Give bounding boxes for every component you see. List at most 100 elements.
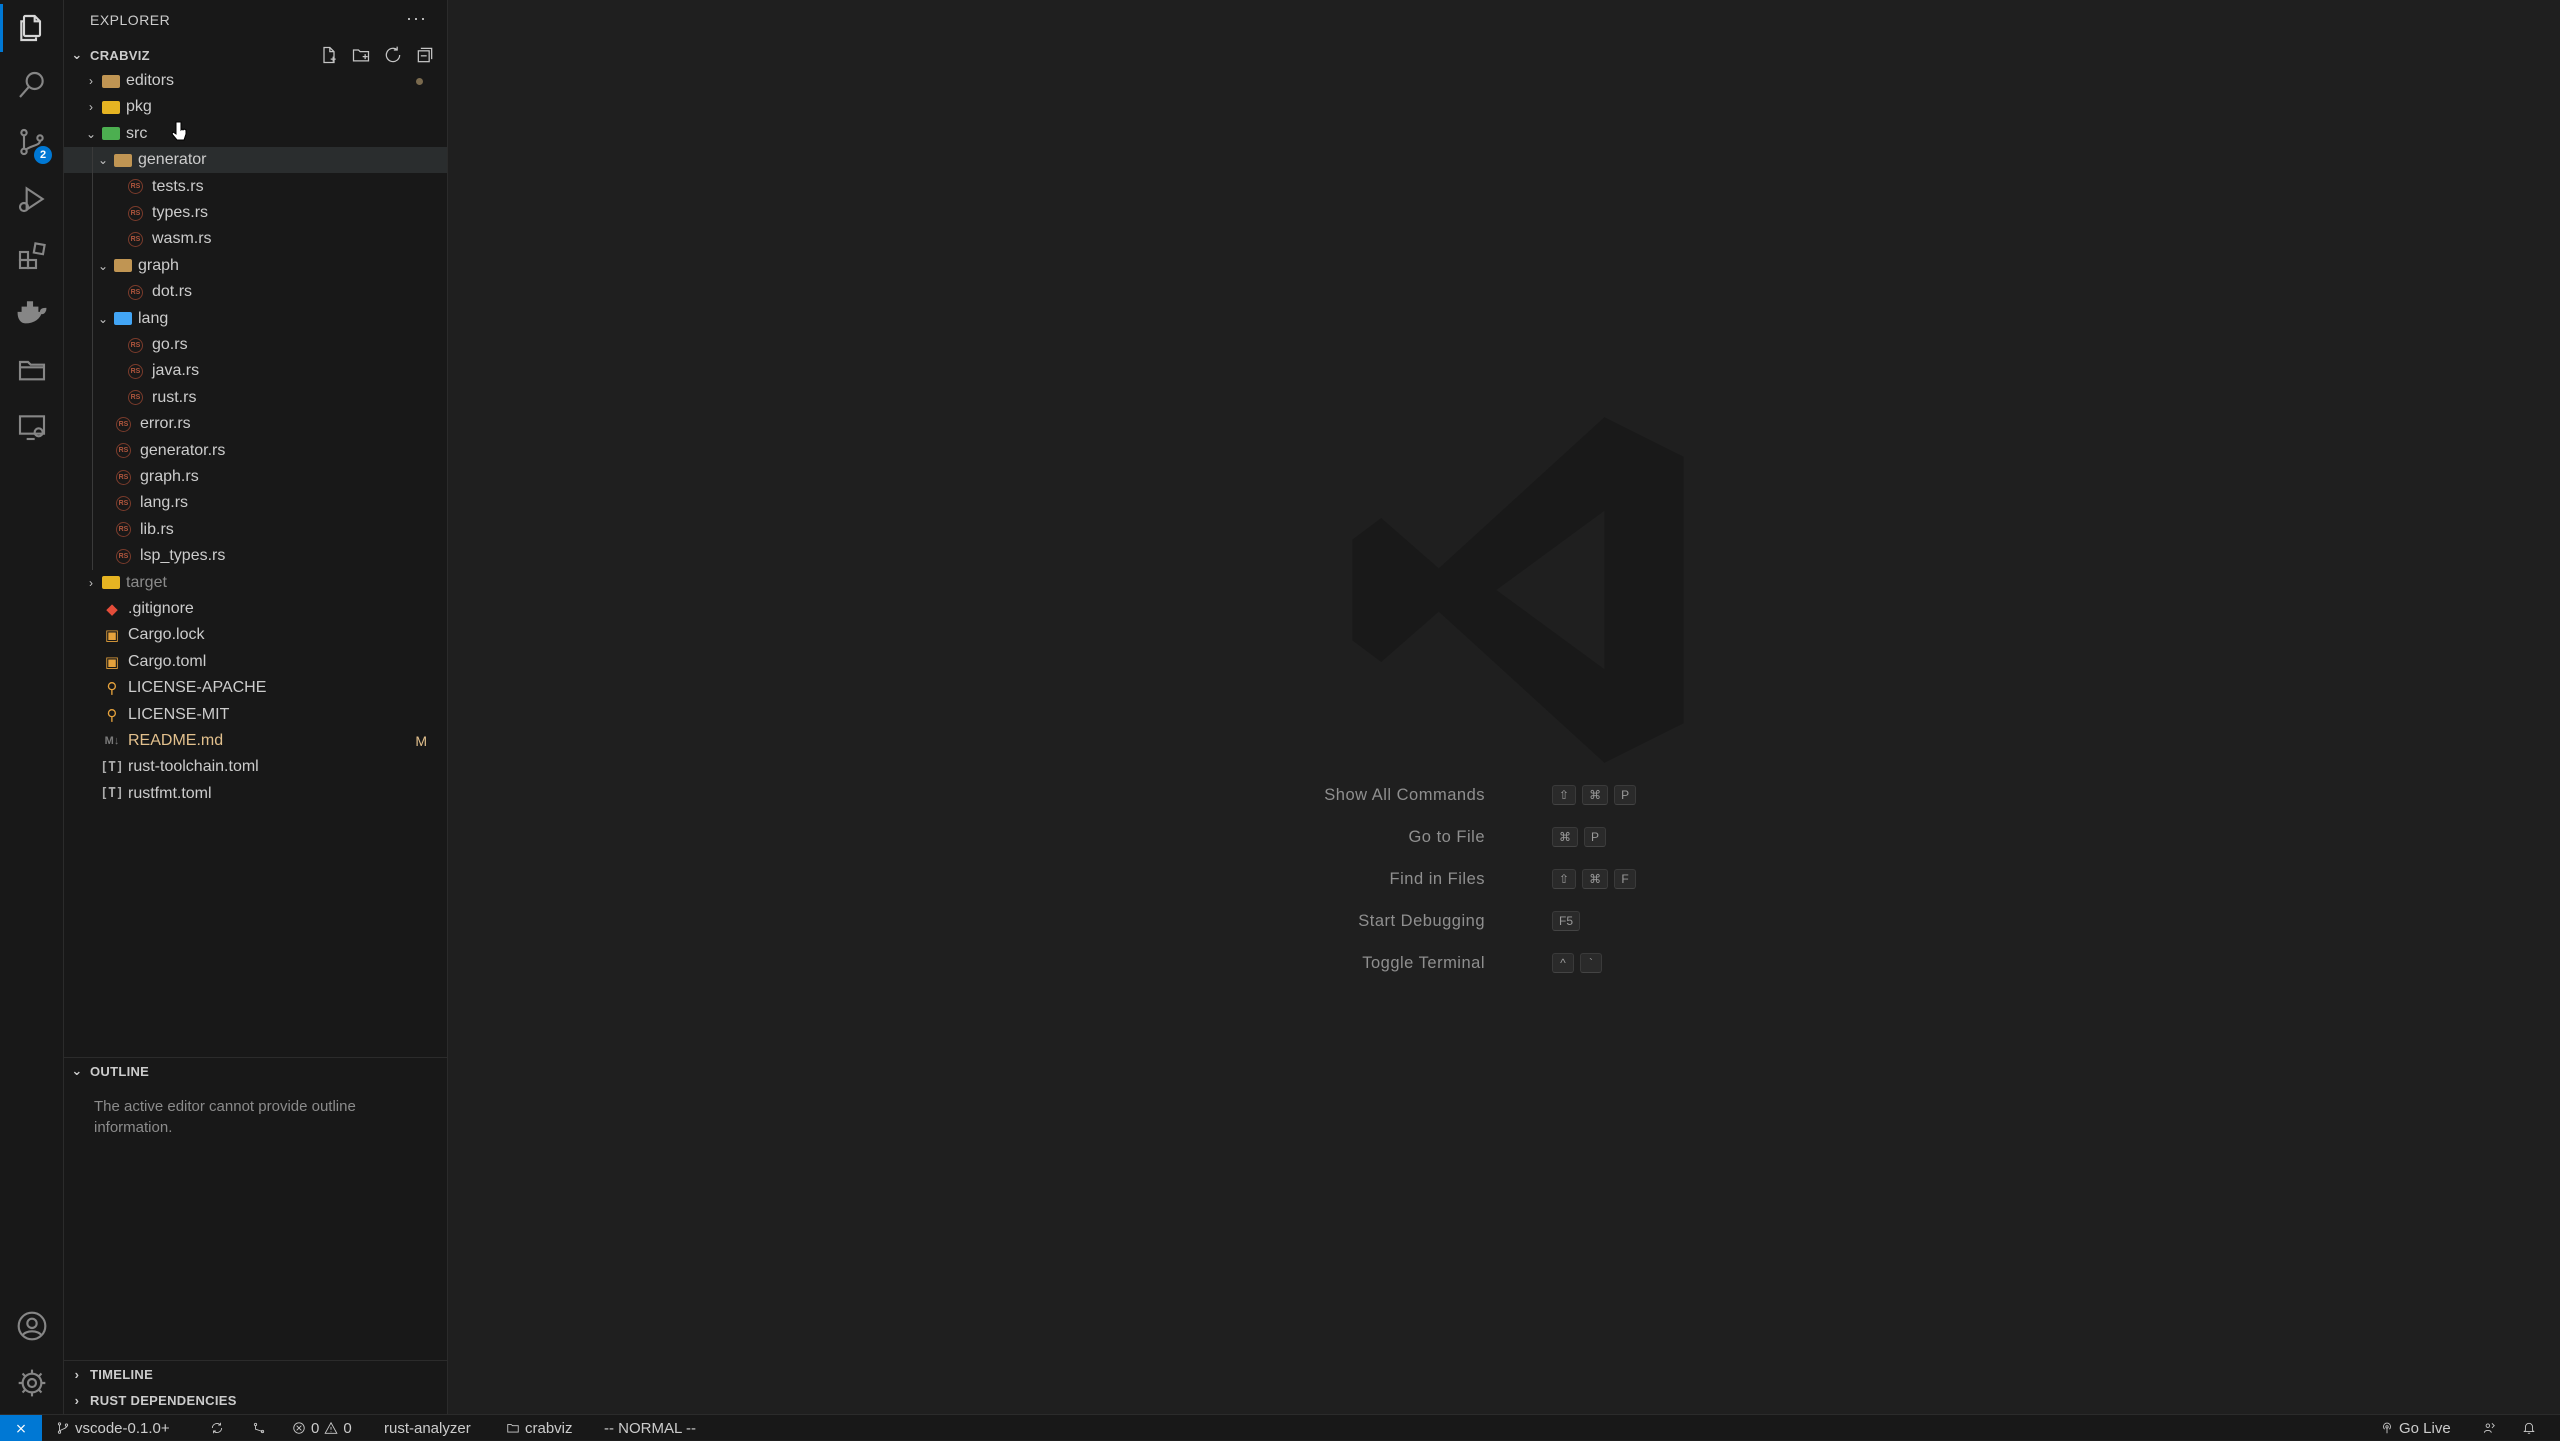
source-control-icon[interactable]: 2 [0, 114, 64, 170]
outline-section-header[interactable]: ⌄ OUTLINE [64, 1058, 447, 1084]
tree-folder[interactable]: ⌄ lang [64, 306, 447, 332]
tree-file[interactable]: ⚲ LICENSE-APACHE [64, 675, 447, 701]
chevron-right-icon: › [74, 1392, 80, 1408]
tree-file[interactable]: RS lib.rs [64, 517, 447, 543]
vscode-window: 2 EXPLORER ··· ⌄ CRABVIZ › editors › pkg… [0, 0, 2560, 1441]
rs-file-icon: RS [128, 179, 143, 195]
rs-file-icon: RS [128, 337, 143, 353]
tree-item-label: lang [138, 309, 169, 327]
error-icon [293, 1422, 305, 1434]
chevron-down-icon: ⌄ [71, 1063, 83, 1078]
tree-file[interactable]: M↓ README.md M [64, 728, 447, 754]
tree-folder[interactable]: ⌄ generator [64, 147, 447, 174]
workspace-folder[interactable]: crabviz [506, 1415, 573, 1441]
refresh-icon[interactable] [383, 45, 403, 65]
tree-file[interactable]: RS graph.rs [64, 464, 447, 490]
tree-item-label: README.md [128, 732, 224, 749]
keycap: ⌘ [1552, 827, 1578, 847]
tree-file[interactable]: RS lsp_types.rs [64, 543, 447, 569]
chevron-right-icon[interactable]: › [80, 100, 102, 114]
extensions-icon[interactable] [0, 228, 64, 284]
rust-dependencies-section-header[interactable]: › RUST DEPENDENCIES [64, 1387, 447, 1413]
docker-icon[interactable] [0, 285, 64, 341]
tree-folder[interactable]: › editors [64, 68, 447, 94]
branch-indicator[interactable]: vscode-0.1.0+ [56, 1415, 170, 1441]
tree-file[interactable]: ▣ Cargo.lock [64, 622, 447, 648]
editor-area: Show All Commands ⇧ ⌘ P Go to File ⌘ P Find in … [448, 0, 2560, 1414]
tree-folder[interactable]: ⌄ graph [64, 253, 447, 279]
new-file-icon[interactable] [319, 45, 339, 65]
sync-button[interactable] [210, 1415, 224, 1441]
shortcut-keys: ^ ` [1552, 953, 1602, 973]
tree-item-label: editors [126, 72, 175, 89]
indent-guide [92, 147, 93, 570]
tree-item-label: lang.rs [140, 494, 189, 512]
run-debug-icon[interactable] [0, 171, 64, 227]
account-icon[interactable] [0, 1298, 64, 1354]
shortcut-hint: Show All Commands ⇧ ⌘ P [448, 782, 2560, 808]
problems-indicator[interactable]: 0 0 [292, 1415, 352, 1441]
modified-dot-icon [416, 77, 423, 85]
tree-file[interactable]: ◆ .gitignore [64, 596, 447, 622]
tree-file[interactable]: [T] rustfmt.toml [64, 781, 447, 807]
go-live-button[interactable]: Go Live [2380, 1415, 2451, 1441]
tree-file[interactable]: RS tests.rs [64, 174, 447, 200]
explorer-icon[interactable] [0, 0, 64, 56]
folder-icon [114, 312, 132, 326]
tree-file[interactable]: ⚲ LICENSE-MIT [64, 702, 447, 728]
remote-explorer-icon[interactable] [0, 399, 64, 455]
tree-file[interactable]: RS generator.rs [64, 438, 447, 464]
chevron-down-icon[interactable]: ⌄ [92, 312, 114, 326]
chevron-down-icon[interactable]: ⌄ [80, 127, 102, 141]
keycap: ⌘ [1582, 869, 1609, 889]
tree-file[interactable]: [T] rust-toolchain.toml [64, 754, 447, 780]
tree-file[interactable]: RS rust.rs [64, 385, 447, 411]
tree-file[interactable]: RS wasm.rs [64, 226, 447, 252]
tree-file[interactable]: RS error.rs [64, 411, 447, 437]
tree-file[interactable]: RS types.rs [64, 200, 447, 226]
tree-file[interactable]: ▣ Cargo.toml [64, 649, 447, 675]
tree-file[interactable]: RS java.rs [64, 358, 447, 384]
chevron-right-icon: › [74, 1366, 80, 1382]
timeline-title: TIMELINE [90, 1366, 154, 1382]
chevron-right-icon[interactable]: › [80, 74, 102, 88]
vim-mode-label: -- NORMAL -- [604, 1419, 696, 1437]
project-manager-icon[interactable] [0, 342, 64, 398]
rs-file-icon: RS [116, 443, 131, 459]
folder-icon [102, 100, 120, 114]
shortcut-hint: Toggle Terminal ^ ` [448, 950, 2560, 976]
project-section-header[interactable]: ⌄ CRABVIZ [64, 42, 447, 68]
tree-folder[interactable]: ⌄ src [64, 121, 447, 147]
publish-button[interactable] [252, 1415, 266, 1441]
more-actions-icon[interactable]: ··· [406, 8, 427, 29]
tree-item-label: target [126, 573, 167, 591]
new-folder-icon[interactable] [351, 45, 371, 65]
error-count: 0 [311, 1419, 320, 1437]
shortcut-label: Show All Commands [1324, 785, 1485, 804]
chevron-right-icon[interactable]: › [80, 576, 102, 590]
shortcut-hint: Go to File ⌘ P [448, 824, 2560, 850]
tree-file[interactable]: RS go.rs [64, 332, 447, 358]
rust-analyzer-status[interactable]: rust-analyzer [384, 1415, 471, 1441]
collapse-all-icon[interactable] [415, 45, 435, 65]
tree-folder[interactable]: › pkg [64, 94, 447, 120]
keycap: ⇧ [1552, 785, 1577, 805]
rs-file-icon: RS [116, 522, 131, 538]
timeline-section-header[interactable]: › TIMELINE [64, 1361, 447, 1387]
shortcut-label: Go to File [1408, 827, 1485, 846]
lic-file-icon: ⚲ [106, 680, 118, 698]
tree-folder[interactable]: › target [64, 570, 447, 596]
search-icon[interactable] [0, 57, 64, 113]
tree-file[interactable]: RS dot.rs [64, 279, 447, 305]
manage-gear-icon[interactable] [0, 1355, 64, 1411]
rs-file-icon: RS [116, 416, 131, 432]
vscode-logo-watermark [1352, 417, 1684, 763]
chevron-down-icon[interactable]: ⌄ [92, 259, 114, 273]
notifications-button[interactable] [2522, 1415, 2536, 1441]
tree-file[interactable]: RS lang.rs [64, 490, 447, 516]
sync-icon [211, 1422, 223, 1434]
chevron-down-icon[interactable]: ⌄ [92, 153, 114, 167]
remote-indicator-icon[interactable]: ⨯ [0, 1415, 42, 1441]
tree-item-label: Cargo.toml [128, 652, 207, 670]
accounts-status[interactable] [2482, 1415, 2496, 1441]
